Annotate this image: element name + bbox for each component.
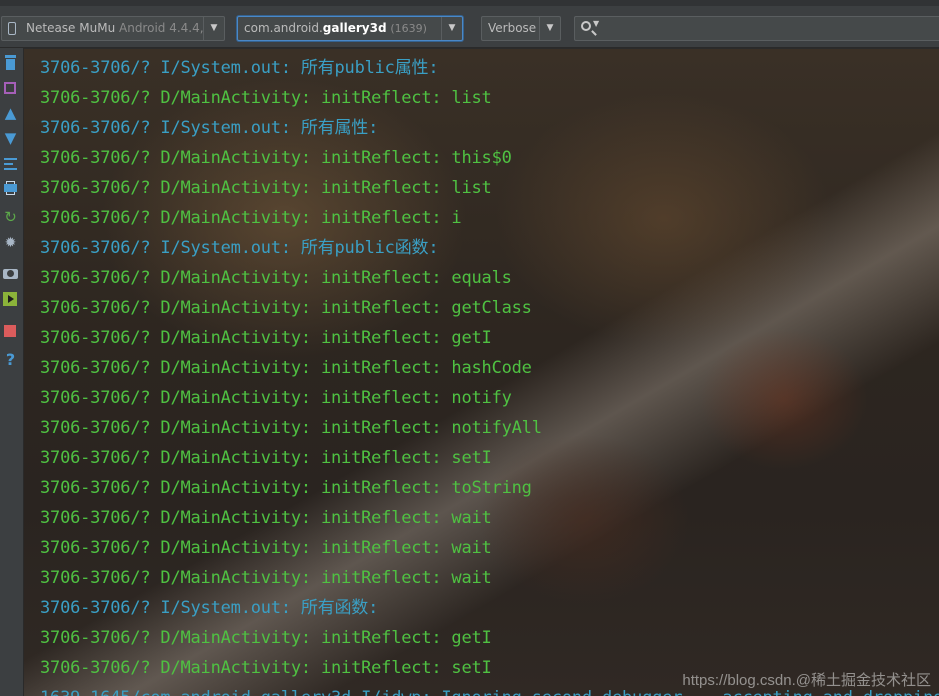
settings-icon[interactable]: ✹ [2,235,19,252]
log-line: 3706-3706/? D/MainActivity: initReflect:… [40,448,492,468]
logcat-tool-strip: ▲ ▼ ↻ ✹ ? [0,48,24,696]
process-pid: (1639) [390,22,427,35]
screenshot-icon[interactable] [2,265,19,282]
search-icon[interactable] [581,21,591,31]
print-icon[interactable] [2,180,19,197]
log-line: 3706-3706/? D/MainActivity: initReflect:… [40,628,492,648]
log-line: 3706-3706/? I/System.out: 所有public函数: [40,238,439,258]
phone-icon [8,22,16,35]
log-line: 3706-3706/? D/MainActivity: initReflect:… [40,208,462,228]
logcat-toolbar: Netease MuMu Android 4.4.4, ▼ com.androi… [0,0,939,48]
log-line: 3706-3706/? D/MainActivity: initReflect:… [40,268,512,288]
device-name: Netease MuMu [26,21,116,35]
log-level-selector[interactable]: Verbose ▼ [481,16,561,41]
log-line: 3706-3706/? I/System.out: 所有函数: [40,598,379,618]
scroll-to-end-icon[interactable] [2,80,19,97]
chevron-down-icon[interactable]: ▼ [441,17,462,40]
log-list: 3706-3706/? I/System.out: 所有public属性: 370… [40,53,939,696]
trash-icon[interactable] [2,54,19,71]
log-level-value: Verbose [488,21,537,35]
log-line: 3706-3706/? D/MainActivity: initReflect:… [40,298,532,318]
process-package-prefix: com.android. [244,21,323,35]
log-line: 3706-3706/? D/MainActivity: initReflect:… [40,568,492,588]
search-input[interactable]: ▼ [574,16,939,41]
screen-record-icon[interactable] [2,291,19,308]
window-top-strip [0,0,939,6]
up-arrow-icon[interactable]: ▲ [2,105,19,122]
device-detail: Android 4.4.4, [119,21,204,35]
chevron-down-icon[interactable]: ▼ [539,17,560,40]
logcat-output[interactable]: 3706-3706/? I/System.out: 所有public属性: 370… [24,49,939,696]
log-line: 3706-3706/? D/MainActivity: initReflect:… [40,388,512,408]
watermark: https://blog.csdn.@稀土掘金技术社区 [682,672,931,689]
stop-icon[interactable] [2,323,19,340]
search-options-caret-icon[interactable]: ▼ [593,19,599,28]
log-line: 3706-3706/? D/MainActivity: initReflect:… [40,418,542,438]
help-icon[interactable]: ? [2,351,19,368]
log-line: 3706-3706/? I/System.out: 所有public属性: [40,58,439,78]
log-line: 3706-3706/? D/MainActivity: initReflect:… [40,178,492,198]
process-selector[interactable]: com.android.gallery3d (1639) ▼ [237,16,463,41]
log-line: 3706-3706/? D/MainActivity: initReflect:… [40,148,512,168]
down-arrow-icon[interactable]: ▼ [2,130,19,147]
chevron-down-icon[interactable]: ▼ [203,17,224,40]
log-line: 3706-3706/? D/MainActivity: initReflect:… [40,508,492,528]
restart-icon[interactable]: ↻ [2,209,19,226]
device-selector[interactable]: Netease MuMu Android 4.4.4, ▼ [1,16,225,41]
log-line: 3706-3706/? D/MainActivity: initReflect:… [40,538,492,558]
log-line: 3706-3706/? D/MainActivity: initReflect:… [40,358,532,378]
log-line: 3706-3706/? I/System.out: 所有属性: [40,118,379,138]
log-line: 3706-3706/? D/MainActivity: initReflect:… [40,478,532,498]
log-line: 3706-3706/? D/MainActivity: initReflect:… [40,328,492,348]
soft-wrap-icon[interactable] [2,155,19,172]
log-line: 3706-3706/? D/MainActivity: initReflect:… [40,88,492,108]
process-package-name: gallery3d [322,21,387,35]
